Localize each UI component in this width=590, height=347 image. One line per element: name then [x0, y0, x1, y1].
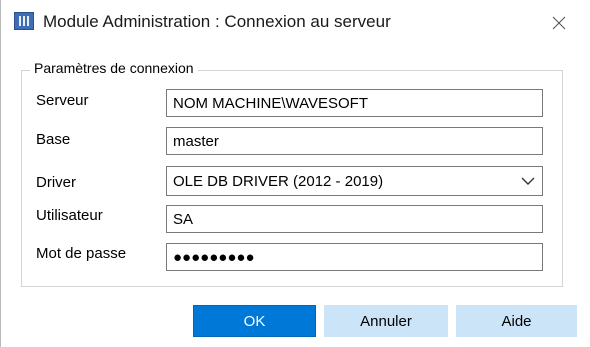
server-label: Serveur — [36, 92, 89, 109]
driver-label: Driver — [36, 174, 76, 191]
group-legend: Paramètres de connexion — [30, 60, 198, 76]
connection-dialog: Module Administration : Connexion au ser… — [0, 0, 590, 347]
server-input[interactable]: NOM MACHINE\WAVESOFT — [166, 89, 543, 117]
window-title: Module Administration : Connexion au ser… — [43, 12, 391, 31]
database-label: Base — [36, 131, 71, 148]
chevron-down-icon — [521, 177, 535, 185]
title-bar: Module Administration : Connexion au ser… — [1, 0, 590, 46]
database-input[interactable]: master — [166, 127, 543, 155]
driver-select[interactable]: OLE DB DRIVER (2012 - 2019) — [166, 166, 543, 196]
password-label: Mot de passe — [36, 245, 127, 262]
help-button[interactable]: Aide — [456, 305, 577, 337]
driver-select-value: OLE DB DRIVER (2012 - 2019) — [173, 173, 384, 190]
database-admin-icon — [14, 12, 34, 30]
close-button[interactable] — [539, 6, 579, 40]
cancel-button[interactable]: Annuler — [324, 305, 448, 337]
user-input[interactable]: SA — [166, 205, 543, 233]
user-label: Utilisateur — [36, 207, 103, 224]
ok-button[interactable]: OK — [193, 305, 316, 337]
password-input[interactable]: ●●●●●●●●● — [166, 243, 543, 271]
close-icon — [552, 16, 566, 30]
